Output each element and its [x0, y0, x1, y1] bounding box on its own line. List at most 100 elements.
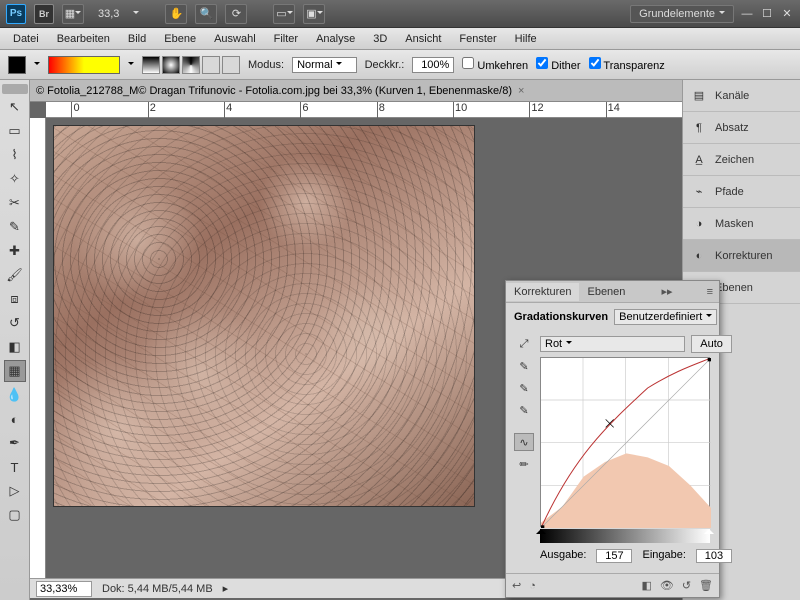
- menu-ebene[interactable]: Ebene: [155, 30, 205, 48]
- panel-pfade[interactable]: ⌁Pfade: [683, 176, 800, 208]
- brush-tool-icon[interactable]: 🖌: [4, 264, 26, 286]
- adjustments-icon: ◐: [691, 248, 707, 264]
- menu-filter[interactable]: Filter: [265, 30, 307, 48]
- panel-kanaele[interactable]: ▤Kanäle: [683, 80, 800, 112]
- delete-icon[interactable]: 🗑: [699, 579, 713, 592]
- maximize-icon[interactable]: ☐: [760, 7, 774, 20]
- reverse-checkbox[interactable]: Umkehren: [462, 57, 528, 72]
- gradient-radial-icon[interactable]: [162, 56, 180, 74]
- type-tool-icon[interactable]: T: [4, 456, 26, 478]
- paths-icon: ⌁: [691, 184, 707, 200]
- tab-close-icon[interactable]: ×: [518, 85, 524, 97]
- toolbar-grip[interactable]: [2, 84, 28, 94]
- layout-dropdown[interactable]: ▦: [62, 4, 84, 24]
- dither-checkbox[interactable]: Dither: [536, 57, 580, 72]
- panel-zeichen[interactable]: A̲Zeichen: [683, 144, 800, 176]
- zoom-level[interactable]: 33,3: [92, 8, 125, 20]
- eyedropper-black-icon[interactable]: ✎: [514, 357, 534, 375]
- menu-bild[interactable]: Bild: [119, 30, 155, 48]
- history-brush-icon[interactable]: ↺: [4, 312, 26, 334]
- channels-icon: ▤: [691, 88, 707, 104]
- path-tool-icon[interactable]: ▷: [4, 480, 26, 502]
- auto-button[interactable]: Auto: [691, 335, 732, 353]
- zoom-tool-icon[interactable]: 🔍: [195, 4, 217, 24]
- menu-ansicht[interactable]: Ansicht: [396, 30, 450, 48]
- eyedropper-white-icon[interactable]: ✎: [514, 401, 534, 419]
- status-doc-info: Dok: 5,44 MB/5,44 MB: [102, 583, 213, 595]
- opacity-input[interactable]: 100%: [412, 57, 454, 73]
- pencil-mode-icon[interactable]: ✏: [514, 455, 534, 473]
- gradient-linear-icon[interactable]: [142, 56, 160, 74]
- shape-tool-icon[interactable]: ▢: [4, 504, 26, 526]
- heal-tool-icon[interactable]: ✚: [4, 240, 26, 262]
- white-point-handle[interactable]: [704, 524, 714, 534]
- panel-tab-ebenen[interactable]: Ebenen: [579, 283, 633, 301]
- menu-fenster[interactable]: Fenster: [450, 30, 505, 48]
- screen-mode-dropdown[interactable]: ▣: [303, 4, 325, 24]
- ruler-horizontal: 0 2 4 6 8 10 12 14: [46, 102, 682, 118]
- panel-menu-icon[interactable]: ≡: [701, 286, 719, 298]
- menu-hilfe[interactable]: Hilfe: [506, 30, 546, 48]
- clip-icon[interactable]: ◧: [641, 579, 651, 592]
- minimize-icon[interactable]: —: [740, 8, 754, 20]
- output-input[interactable]: [596, 549, 632, 563]
- toolbar: ↖ ▭ ⌇ ✧ ✂ ✎ ✚ 🖌 ⧈ ↺ ◧ ▦ 💧 ◐ ✒ T ▷ ▢: [0, 80, 30, 600]
- dodge-tool-icon[interactable]: ◐: [4, 408, 26, 430]
- menu-3d[interactable]: 3D: [364, 30, 396, 48]
- ruler-vertical: [30, 118, 46, 578]
- hand-tool-icon[interactable]: ✋: [165, 4, 187, 24]
- gradient-diamond-icon[interactable]: [222, 56, 240, 74]
- app-titlebar: Ps Br ▦ 33,3 ✋ 🔍 ⟳ ▭ ▣ Grundelemente — ☐…: [0, 0, 800, 28]
- document-tab[interactable]: © Fotolia_212788_M© Dragan Trifunovic - …: [36, 85, 512, 97]
- view-previous-icon[interactable]: 👁: [660, 579, 674, 592]
- rotate-view-icon[interactable]: ⟳: [225, 4, 247, 24]
- document-image: [54, 126, 474, 506]
- stamp-tool-icon[interactable]: ⧈: [4, 288, 26, 310]
- menu-bearbeiten[interactable]: Bearbeiten: [48, 30, 119, 48]
- foreground-swatch[interactable]: [8, 56, 26, 74]
- return-icon[interactable]: ↩: [512, 579, 521, 592]
- workspace-dropdown[interactable]: Grundelemente: [630, 5, 734, 23]
- blur-tool-icon[interactable]: 💧: [4, 384, 26, 406]
- move-tool-icon[interactable]: ↖: [4, 96, 26, 118]
- eraser-tool-icon[interactable]: ◧: [4, 336, 26, 358]
- channel-dropdown[interactable]: Rot: [540, 336, 685, 352]
- input-input[interactable]: [696, 549, 732, 563]
- menu-datei[interactable]: Datei: [4, 30, 48, 48]
- panel-absatz[interactable]: ¶Absatz: [683, 112, 800, 144]
- crop-tool-icon[interactable]: ✂: [4, 192, 26, 214]
- bridge-icon[interactable]: Br: [34, 4, 54, 24]
- black-point-handle[interactable]: [536, 524, 546, 534]
- mode-select[interactable]: Normal: [292, 57, 357, 73]
- gradient-reflected-icon[interactable]: [202, 56, 220, 74]
- status-arrow-icon[interactable]: ▸: [223, 582, 229, 595]
- curve-input-slider[interactable]: [540, 529, 710, 543]
- eyedropper-tool-icon[interactable]: ✎: [4, 216, 26, 238]
- panel-collapse-icon[interactable]: ▸▸: [655, 285, 678, 298]
- curves-graph[interactable]: [540, 357, 710, 527]
- panel-tab-korrekturen[interactable]: Korrekturen: [506, 283, 579, 301]
- gradient-preview[interactable]: [48, 56, 120, 74]
- status-zoom-input[interactable]: [36, 581, 92, 597]
- eyedropper-gray-icon[interactable]: ✎: [514, 379, 534, 397]
- transparency-checkbox[interactable]: Transparenz: [589, 57, 665, 72]
- lasso-tool-icon[interactable]: ⌇: [4, 144, 26, 166]
- toggle-visibility-icon[interactable]: ◔: [529, 580, 536, 592]
- input-label: Eingabe:: [642, 549, 685, 563]
- opacity-label: Deckkr.:: [365, 59, 405, 71]
- preset-dropdown[interactable]: Benutzerdefiniert: [614, 309, 717, 325]
- curve-mode-icon[interactable]: ∿: [514, 433, 534, 451]
- target-adjust-icon[interactable]: ⤢: [514, 335, 534, 353]
- menu-auswahl[interactable]: Auswahl: [205, 30, 265, 48]
- menu-analyse[interactable]: Analyse: [307, 30, 364, 48]
- panel-masken[interactable]: ◑Masken: [683, 208, 800, 240]
- arrange-dropdown[interactable]: ▭: [273, 4, 295, 24]
- close-icon[interactable]: ✕: [780, 7, 794, 20]
- gradient-angle-icon[interactable]: [182, 56, 200, 74]
- marquee-tool-icon[interactable]: ▭: [4, 120, 26, 142]
- panel-korrekturen[interactable]: ◐Korrekturen: [683, 240, 800, 272]
- gradient-tool-icon[interactable]: ▦: [4, 360, 26, 382]
- pen-tool-icon[interactable]: ✒: [4, 432, 26, 454]
- wand-tool-icon[interactable]: ✧: [4, 168, 26, 190]
- reset-icon[interactable]: ↺: [682, 579, 691, 592]
